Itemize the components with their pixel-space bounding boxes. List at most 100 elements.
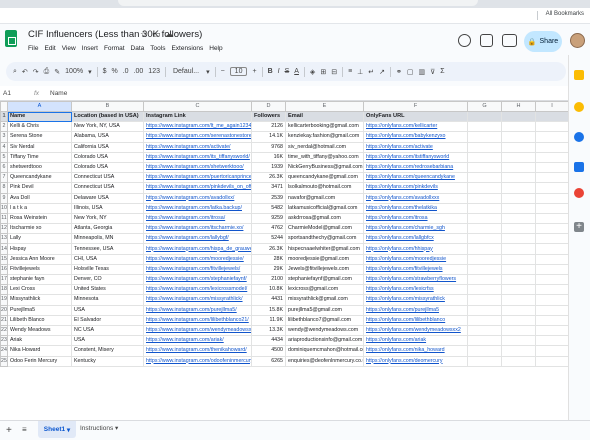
cell[interactable]: Rosa Weinstein	[7, 212, 72, 225]
cell[interactable]: Delaware USA	[71, 192, 144, 204]
functions-icon[interactable]: Σ	[440, 68, 444, 75]
row-number[interactable]: 21	[0, 314, 8, 326]
tasks-icon[interactable]	[574, 132, 584, 142]
cell[interactable]: https://www.instagram.com/its_tiffanyswo…	[143, 151, 252, 163]
filter-icon[interactable]: ⊽	[430, 68, 435, 76]
cell[interactable]: https://onlyfans.com/pinkdevils	[363, 182, 468, 194]
increase-decimal-button[interactable]: .00	[134, 68, 144, 75]
cell[interactable]: queencandykane@gmail.com	[285, 172, 364, 184]
cell[interactable]: 2126	[251, 121, 286, 133]
cell[interactable]	[467, 355, 502, 367]
cell[interactable]	[501, 182, 536, 194]
cell[interactable]: New York, NY, USA	[71, 121, 144, 133]
cell[interactable]: lexicross@gmail.com	[285, 284, 364, 296]
cell[interactable]: NickGerryBusiness@gmail.com	[285, 161, 364, 174]
cell[interactable]	[467, 212, 502, 225]
cell[interactable]	[535, 212, 568, 225]
cell[interactable]: https://www.instagram.com/mooredjessie/	[143, 253, 252, 265]
cell[interactable]: mooredjessie@gmail.com	[285, 253, 364, 265]
cell[interactable]	[501, 151, 536, 163]
share-button[interactable]: 🔒 Share	[524, 31, 562, 52]
cell[interactable]: Alabama, USA	[71, 131, 144, 143]
cell[interactable]	[467, 172, 502, 184]
cell[interactable]	[467, 131, 502, 143]
sheet-tab-sheet1[interactable]: Sheet1 ▾	[38, 421, 76, 438]
cell[interactable]: https://www.instagram.com/lt_me_again123…	[143, 121, 252, 133]
cell[interactable]	[501, 192, 536, 204]
cell[interactable]	[535, 345, 568, 357]
cell[interactable]: OnlyFans URL	[363, 110, 468, 123]
add-on-plus-icon[interactable]: +	[574, 222, 584, 232]
cell[interactable]	[535, 110, 568, 123]
cell[interactable]: Constent, Misery	[71, 345, 144, 357]
cell[interactable]	[467, 233, 502, 245]
cell[interactable]: wendy@wendymeadows.com	[285, 324, 364, 337]
search-menus-icon[interactable]: ⌕	[13, 68, 17, 76]
row-number[interactable]: 24	[0, 345, 8, 357]
align-icon[interactable]: ≡	[348, 68, 352, 75]
column-header[interactable]: E	[285, 101, 364, 112]
comments-icon[interactable]	[480, 34, 493, 47]
cell[interactable]: Lilibeth Blanco	[7, 314, 72, 326]
cell[interactable]: https://onlyfans.com/itrosa	[363, 212, 468, 225]
cell[interactable]: Queencandykane	[7, 172, 72, 184]
chart-icon[interactable]: ▥	[419, 68, 426, 76]
row-number[interactable]: 19	[0, 294, 8, 306]
cell[interactable]	[535, 161, 568, 174]
cell[interactable]	[467, 304, 502, 316]
menu-data[interactable]: Data	[131, 45, 145, 52]
all-bookmarks-button[interactable]: All Bookmarks	[546, 11, 584, 17]
cell[interactable]: https://www.instagram.com/stephaniefaynf…	[143, 273, 252, 286]
wrap-icon[interactable]: ↵	[368, 68, 374, 76]
cell[interactable]: https://www.instagram.com/odoofeninmercu…	[143, 355, 252, 367]
cell[interactable]	[467, 202, 502, 214]
cell[interactable]: El Salvador	[71, 314, 144, 326]
cell[interactable]: Tiffany Time	[7, 151, 72, 163]
row-number[interactable]: 6	[0, 161, 8, 174]
column-header[interactable]: D	[251, 101, 286, 112]
cell[interactable]: 15.8K	[251, 304, 286, 316]
cell[interactable]: USA	[71, 304, 144, 316]
cell[interactable]: l a t k a	[7, 202, 72, 214]
cell[interactable]	[501, 161, 536, 174]
cell[interactable]: https://www.instagram.com/latka.backup/	[143, 202, 252, 214]
cell[interactable]: Pink Devil	[7, 182, 72, 194]
cell[interactable]	[501, 324, 536, 337]
cell[interactable]: Name	[7, 110, 72, 123]
cell[interactable]: purejllma5@gmail.com	[285, 304, 364, 316]
cell[interactable]	[467, 182, 502, 194]
maps-icon[interactable]	[574, 188, 584, 198]
cell[interactable]: Tennessee, USA	[71, 243, 144, 255]
font-size-decrease-button[interactable]: −	[221, 68, 225, 75]
cell[interactable]: latkamusicofficial@gmail.com	[285, 202, 364, 214]
row-number[interactable]: 16	[0, 263, 8, 276]
calendar-icon[interactable]	[574, 102, 584, 112]
cell[interactable]: 4500	[251, 345, 286, 357]
row-number[interactable]: 1	[0, 110, 8, 123]
sheet-tab-instructions[interactable]: Instructions ▾	[80, 424, 118, 432]
row-number[interactable]: 10	[0, 202, 8, 214]
name-box[interactable]: A1	[0, 90, 34, 97]
strikethrough-icon[interactable]: S	[285, 68, 290, 75]
cell[interactable]	[501, 110, 536, 123]
cell[interactable]: hispecnaaelwhiter@gmail.com	[285, 243, 364, 255]
cell[interactable]: Kentucky	[71, 355, 144, 367]
formula-input[interactable]: Name	[50, 90, 67, 97]
cell[interactable]: missyrathlick@gmail.com	[285, 294, 364, 306]
cell[interactable]: Jewels@fitvillejewels.com	[285, 263, 364, 276]
row-number[interactable]: 5	[0, 151, 8, 163]
cell[interactable]: Kelli & Chris	[7, 121, 72, 133]
cell[interactable]: Minneapolis, MN	[71, 233, 144, 245]
cell[interactable]: Missyrathlick	[7, 294, 72, 306]
cell[interactable]	[467, 223, 502, 235]
cell[interactable]	[501, 304, 536, 316]
cell[interactable]: https://www.instagram.com/lexicrossmodel…	[143, 284, 252, 296]
cell[interactable]: New York, NY	[71, 212, 144, 225]
cell[interactable]	[467, 110, 502, 123]
cell[interactable]: https://onlyfans.com/hhispay	[363, 243, 468, 255]
cell[interactable]: https://onlyfans.com/lallgbfcx	[363, 233, 468, 245]
cell[interactable]: stephaniefaynf@gmail.com	[285, 273, 364, 286]
cell[interactable]: https://www.instagram.com/wendymeadowsxx…	[143, 324, 252, 337]
cell[interactable]	[467, 324, 502, 337]
cell[interactable]: Instagram Link	[143, 110, 252, 123]
